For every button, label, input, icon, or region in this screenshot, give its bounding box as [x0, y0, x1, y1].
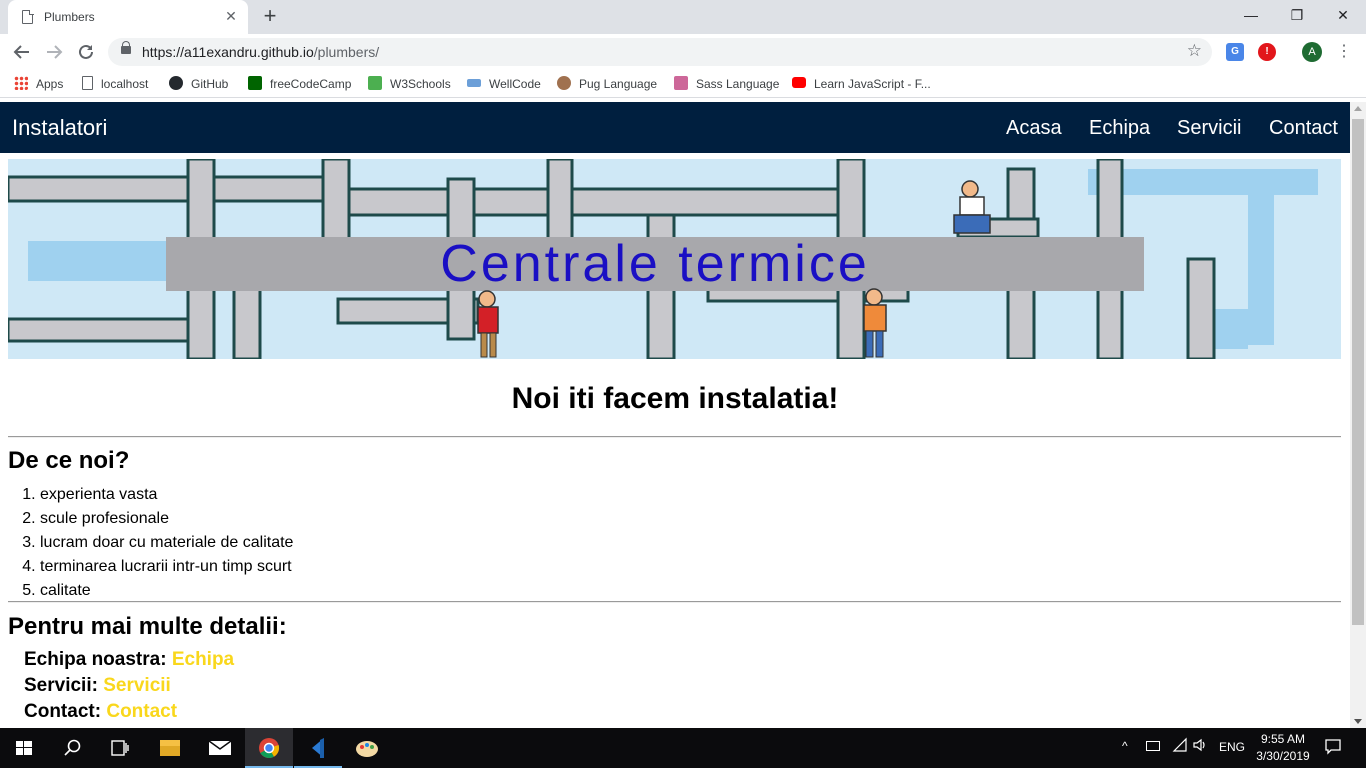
task-view-icon[interactable]: [96, 728, 144, 768]
freecodecamp-icon: [248, 76, 262, 90]
chrome-taskbar-icon[interactable]: [245, 728, 293, 768]
list-item: lucram doar cu materiale de calitate: [40, 531, 293, 555]
list-item: terminarea lucrarii intr-un timp scurt: [40, 555, 293, 579]
nav-link-echipa[interactable]: Echipa: [1089, 117, 1150, 140]
pipes-illustration: Centrale termice: [8, 159, 1341, 359]
url-text: https://a11exandru.github.io/plumbers/: [142, 44, 380, 60]
bookmark-apps[interactable]: Apps: [14, 76, 63, 92]
youtube-icon: [792, 77, 806, 88]
page-icon: [22, 9, 34, 24]
divider: [8, 601, 1341, 603]
w3schools-icon: [368, 76, 382, 90]
hero-banner: Centrale termice: [8, 159, 1341, 359]
search-icon[interactable]: [48, 728, 96, 768]
list-item: experienta vasta: [40, 483, 293, 507]
scroll-down-icon[interactable]: [1354, 719, 1362, 724]
action-center-icon[interactable]: [1324, 738, 1342, 759]
more-details-heading: Pentru mai multe detalii:: [8, 613, 287, 640]
apps-grid-icon: [14, 76, 28, 90]
nav-link-servicii[interactable]: Servicii: [1177, 117, 1241, 140]
windows-taskbar: ^ ENG 9:55 AM 3/30/2019: [0, 728, 1366, 768]
wellcode-icon: [467, 79, 481, 87]
bookmark-github[interactable]: GitHub: [169, 76, 228, 92]
start-button[interactable]: [0, 728, 48, 768]
sass-icon: [674, 76, 688, 90]
page-scrollbar[interactable]: [1350, 102, 1366, 728]
github-icon: [169, 76, 183, 90]
address-bar[interactable]: https://a11exandru.github.io/plumbers/ ☆: [108, 38, 1212, 66]
scroll-up-icon[interactable]: [1354, 106, 1362, 111]
list-item: scule profesionale: [40, 507, 293, 531]
detail-services: Servicii: Servicii: [24, 675, 171, 697]
translate-extension-icon[interactable]: G: [1226, 43, 1244, 61]
tab-strip: Plumbers ✕ + — ❐ ✕: [0, 0, 1366, 34]
minimize-button[interactable]: —: [1228, 0, 1274, 30]
bookmark-localhost[interactable]: localhost: [82, 76, 148, 92]
paint-icon[interactable]: [343, 728, 391, 768]
mail-icon[interactable]: [196, 728, 244, 768]
volume-icon[interactable]: [1192, 737, 1208, 756]
clock-date[interactable]: 3/30/2019: [1253, 749, 1313, 763]
detail-team: Echipa noastra: Echipa: [24, 649, 234, 671]
scrollbar-thumb[interactable]: [1352, 119, 1364, 625]
detail-label: Echipa noastra:: [24, 649, 167, 670]
browser-tab[interactable]: Plumbers ✕: [8, 0, 248, 34]
browser-toolbar: https://a11exandru.github.io/plumbers/ ☆…: [0, 34, 1366, 70]
reasons-list: experienta vasta scule profesionale lucr…: [40, 483, 293, 603]
bookmark-pug[interactable]: Pug Language: [557, 76, 657, 92]
pug-icon: [557, 76, 571, 90]
bookmark-star-icon[interactable]: ☆: [1187, 41, 1202, 61]
bookmark-freecodecamp[interactable]: freeCodeCamp: [248, 76, 351, 92]
close-window-button[interactable]: ✕: [1320, 0, 1366, 30]
bookmark-sass[interactable]: Sass Language: [674, 76, 779, 92]
link-servicii[interactable]: Servicii: [103, 675, 171, 696]
forward-icon[interactable]: [40, 38, 68, 66]
tab-title: Plumbers: [44, 10, 95, 24]
vscode-icon[interactable]: [294, 728, 342, 768]
page-viewport: Instalatori Acasa Echipa Servicii Contac…: [0, 102, 1350, 728]
page-icon: [82, 76, 93, 90]
battery-icon[interactable]: [1146, 741, 1160, 751]
page-headline: Noi iti facem instalatia!: [511, 382, 839, 415]
bookmarks-bar: Apps localhost GitHub freeCodeCamp W3Sch…: [0, 70, 1366, 98]
windows-logo-icon: [16, 741, 32, 755]
bookmark-wellcode[interactable]: WellCode: [467, 76, 541, 92]
input-language[interactable]: ENG: [1219, 740, 1245, 754]
link-echipa[interactable]: Echipa: [172, 649, 234, 670]
site-brand[interactable]: Instalatori: [12, 115, 107, 141]
nav-link-contact[interactable]: Contact: [1269, 117, 1338, 140]
bookmark-learn-javascript[interactable]: Learn JavaScript - F...: [792, 76, 931, 92]
detail-contact: Contact: Contact: [24, 701, 177, 723]
restore-button[interactable]: ❐: [1274, 0, 1320, 30]
profile-avatar[interactable]: A: [1302, 42, 1322, 62]
hero-title: Centrale termice: [440, 235, 869, 293]
nav-link-acasa[interactable]: Acasa: [1006, 117, 1062, 140]
tab-close-icon[interactable]: ✕: [222, 7, 240, 25]
why-us-heading: De ce noi?: [8, 447, 130, 474]
wifi-icon[interactable]: [1172, 737, 1188, 756]
detail-label: Contact:: [24, 701, 102, 722]
new-tab-button[interactable]: +: [259, 4, 281, 28]
link-contact[interactable]: Contact: [106, 701, 177, 722]
reload-icon[interactable]: [72, 38, 100, 66]
list-item: calitate: [40, 579, 293, 603]
back-icon[interactable]: [8, 38, 36, 66]
tray-chevron-icon[interactable]: ^: [1122, 739, 1128, 753]
detail-label: Servicii:: [24, 675, 98, 696]
browser-menu-icon[interactable]: ⋮: [1336, 40, 1352, 64]
lock-icon: [121, 41, 131, 54]
file-explorer-icon[interactable]: [146, 728, 194, 768]
site-navbar: Instalatori Acasa Echipa Servicii Contac…: [0, 102, 1350, 153]
adblock-extension-icon[interactable]: !: [1258, 43, 1276, 61]
clock-time[interactable]: 9:55 AM: [1253, 732, 1313, 746]
bookmark-w3schools[interactable]: W3Schools: [368, 76, 451, 92]
divider: [8, 436, 1341, 438]
